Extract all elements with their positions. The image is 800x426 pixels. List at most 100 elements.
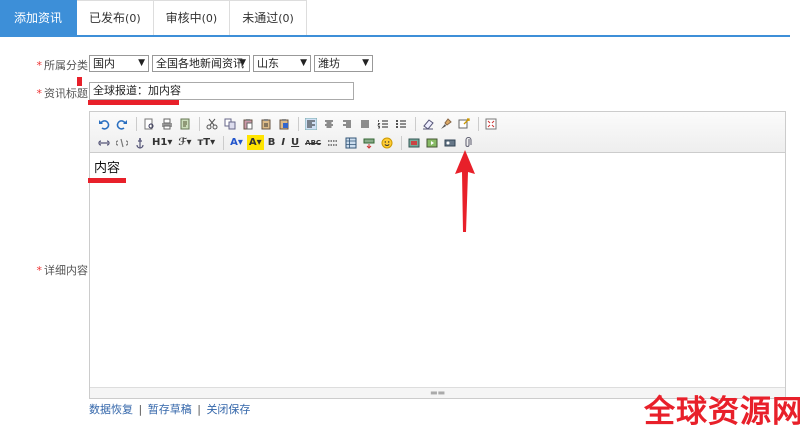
- anchor-icon[interactable]: [132, 135, 148, 150]
- region-select-value: 国内: [93, 57, 115, 70]
- chevron-down-icon: ▼: [362, 58, 369, 68]
- brush-icon[interactable]: [438, 116, 454, 131]
- insert-image-icon[interactable]: [406, 135, 422, 150]
- tab-published[interactable]: 已发布(0): [77, 0, 154, 35]
- tab-count: (0): [125, 12, 141, 25]
- tab-bar: 添加资讯 已发布(0) 审核中(0) 未通过(0): [0, 0, 790, 37]
- title-input[interactable]: 全球报道：加内容: [89, 82, 354, 100]
- font-color-button[interactable]: A ▾: [228, 135, 245, 150]
- chevron-down-icon: ▼: [138, 58, 145, 68]
- horizontal-rule-icon[interactable]: [325, 135, 341, 150]
- annotation-mark-title-label: [77, 77, 82, 86]
- redo-icon[interactable]: [114, 116, 130, 131]
- align-justify-icon[interactable]: [357, 116, 373, 131]
- fullscreen-icon[interactable]: [483, 116, 499, 131]
- save-draft-link[interactable]: 暂存草稿: [148, 403, 192, 416]
- table-icon[interactable]: [343, 135, 359, 150]
- link-separator: |: [197, 403, 201, 416]
- channel-select-value: 全国各地新闻资讯: [156, 57, 244, 70]
- paste-icon[interactable]: [240, 116, 256, 131]
- font-family-text: ℱ: [178, 137, 187, 148]
- font-size-button[interactable]: тT ▾: [195, 135, 217, 150]
- insert-row-icon[interactable]: [361, 135, 377, 150]
- unordered-list-icon[interactable]: [393, 116, 409, 131]
- align-center-icon[interactable]: [321, 116, 337, 131]
- tab-rejected[interactable]: 未通过(0): [230, 0, 307, 35]
- close-save-link[interactable]: 关闭保存: [206, 403, 250, 416]
- required-mark: *: [36, 87, 43, 100]
- link-separator: |: [138, 403, 143, 416]
- province-select[interactable]: 山东 ▼: [253, 55, 311, 72]
- title-label-text: 资讯标题: [44, 87, 88, 100]
- highlight-color-text: A: [248, 137, 257, 148]
- category-label: * 所属分类: [37, 57, 89, 73]
- link-icon[interactable]: [96, 135, 112, 150]
- heading-text: H1: [152, 137, 168, 148]
- strikethrough-text: ABC: [305, 138, 322, 147]
- tab-label: 添加资讯: [14, 11, 63, 25]
- paste-word-icon[interactable]: [276, 116, 292, 131]
- emoticon-icon[interactable]: [379, 135, 395, 150]
- underline-text: U: [291, 137, 300, 148]
- annotation-underline-content: [88, 178, 126, 183]
- region-select[interactable]: 国内 ▼: [89, 55, 149, 72]
- editor-content[interactable]: 内容: [94, 157, 120, 176]
- title-input-value: 全球报道：加内容: [93, 84, 181, 97]
- editor-toolbar: H1 ▾ ℱ ▾ тT ▾ A ▾ A ▾ B I U ABC: [90, 112, 785, 153]
- annotation-underline-title: [88, 100, 179, 105]
- undo-icon[interactable]: [96, 116, 112, 131]
- cut-icon[interactable]: [204, 116, 220, 131]
- font-color-text: A: [230, 137, 238, 148]
- tab-count: (0): [201, 12, 218, 25]
- toolbar-separator: [401, 135, 403, 150]
- copy-icon[interactable]: [222, 116, 238, 131]
- print-icon[interactable]: [159, 116, 175, 131]
- italic-button[interactable]: I: [279, 135, 287, 150]
- category-label-text: 所属分类: [44, 59, 88, 72]
- toolbar-separator: [223, 135, 225, 150]
- annotation-arrow-icon: [455, 150, 475, 232]
- bold-button[interactable]: B: [266, 135, 278, 150]
- tab-reviewing[interactable]: 审核中(0): [153, 0, 231, 35]
- toolbar-row-2: H1 ▾ ℱ ▾ тT ▾ A ▾ A ▾ B I U ABC: [96, 134, 779, 151]
- chevron-down-icon: ▼: [300, 58, 307, 68]
- align-right-icon[interactable]: [339, 116, 355, 131]
- toolbar-separator: [478, 116, 479, 131]
- toolbar-separator: [199, 116, 200, 131]
- font-family-button[interactable]: ℱ ▾: [176, 135, 193, 150]
- title-label: * 资讯标题: [37, 85, 89, 101]
- ordered-list-icon[interactable]: [375, 116, 391, 131]
- paste-text-icon[interactable]: [258, 116, 274, 131]
- rich-text-editor: H1 ▾ ℱ ▾ тT ▾ A ▾ A ▾ B I U ABC 内容 ▬▬: [88, 111, 786, 399]
- strikethrough-button[interactable]: ABC: [303, 135, 323, 150]
- detail-label: * 详细内容: [37, 262, 89, 278]
- city-select[interactable]: 潍坊 ▼: [314, 55, 373, 72]
- eraser-icon[interactable]: [420, 116, 436, 131]
- chevron-down-icon: ▼: [239, 58, 246, 68]
- watermark-logo: 全球资源网: [644, 394, 800, 426]
- bold-text: B: [267, 137, 276, 148]
- channel-select[interactable]: 全国各地新闻资讯 ▼: [152, 55, 250, 72]
- select-all-icon[interactable]: [456, 116, 472, 131]
- heading-button[interactable]: H1 ▾: [150, 135, 174, 150]
- required-mark: *: [36, 264, 43, 277]
- toolbar-separator: [415, 116, 416, 131]
- city-select-value: 潍坊: [318, 57, 340, 70]
- unlink-icon[interactable]: [114, 135, 130, 150]
- toolbar-row-1: [96, 115, 779, 132]
- tab-add-news[interactable]: 添加资讯: [0, 0, 78, 35]
- detail-label-text: 详细内容: [44, 264, 88, 277]
- template-icon[interactable]: [177, 116, 193, 131]
- restore-data-link[interactable]: 数据恢复: [89, 403, 133, 416]
- italic-text: I: [281, 137, 286, 148]
- align-left-icon[interactable]: [303, 116, 319, 131]
- tab-label: 已发布: [89, 11, 126, 25]
- required-mark: *: [36, 59, 43, 72]
- toolbar-separator: [136, 116, 137, 131]
- highlight-color-button[interactable]: A ▾: [246, 135, 264, 150]
- preview-icon[interactable]: [141, 116, 157, 131]
- tab-count: (0): [278, 12, 294, 25]
- tab-label: 审核中: [165, 11, 202, 25]
- insert-video-icon[interactable]: [424, 135, 440, 150]
- underline-button[interactable]: U: [289, 135, 301, 150]
